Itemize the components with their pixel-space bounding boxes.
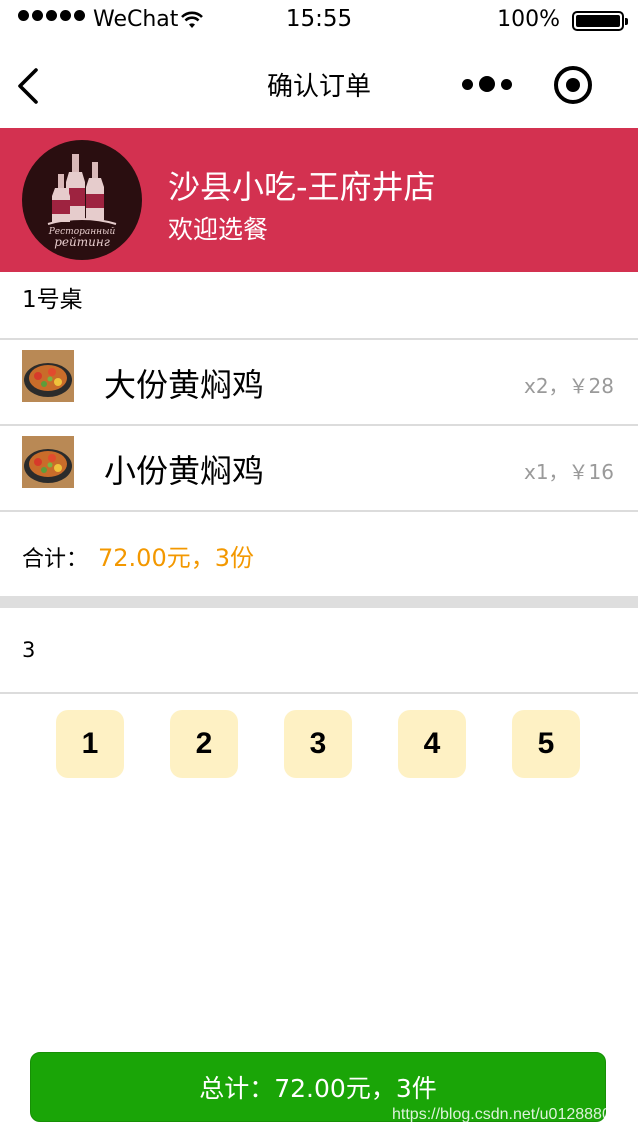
section-separator — [0, 596, 638, 608]
subtotal-row: 合计： 72.00元，3份 — [22, 538, 254, 573]
shop-logo: Ресторанный рейтинг — [22, 140, 142, 260]
number-button-3[interactable]: 3 — [284, 710, 352, 778]
shop-header: Ресторанный рейтинг 沙县小吃-王府井店 欢迎选餐 — [0, 128, 638, 272]
order-item: 大份黄焖鸡 x2，￥28 — [0, 340, 638, 424]
food-dish-image — [22, 350, 74, 402]
more-dots-icon[interactable] — [462, 74, 512, 94]
item-quantity-price: x2，￥28 — [523, 374, 614, 398]
divider — [0, 510, 638, 512]
status-bar: WeChat 15:55 100% — [0, 0, 638, 40]
order-item: 小份黄焖鸡 x1，￥16 — [0, 426, 638, 510]
table-number: 1号桌 — [22, 287, 83, 313]
item-name: 大份黄焖鸡 — [104, 366, 265, 404]
number-button-5[interactable]: 5 — [512, 710, 580, 778]
page-title: 确认订单 — [266, 72, 371, 102]
shop-subtitle: 欢迎选餐 — [168, 215, 269, 244]
number-button-1[interactable]: 1 — [56, 710, 124, 778]
subtotal-label: 合计： — [22, 547, 89, 572]
food-dish-image — [22, 436, 74, 488]
shop-name: 沙县小吃-王府井店 — [168, 168, 436, 206]
item-name: 小份黄焖鸡 — [104, 452, 265, 490]
number-selector: 1 2 3 4 5 — [0, 710, 638, 778]
selected-quantity: 3 — [22, 638, 36, 662]
subtotal-amount: 72.00元，3份 — [98, 544, 254, 572]
divider — [0, 692, 638, 694]
wine-bottles-logo: Ресторанный рейтинг — [47, 154, 117, 249]
nav-bar: 确认订单 — [0, 40, 638, 128]
logo-text-line2: рейтинг — [54, 235, 110, 249]
watermark: https://blog.csdn.net/u012888052 — [392, 1106, 629, 1123]
battery-icon — [572, 11, 628, 31]
item-quantity-price: x1，￥16 — [523, 460, 614, 484]
battery-percent: 100% — [497, 7, 560, 32]
number-button-4[interactable]: 4 — [398, 710, 466, 778]
target-circle-icon[interactable] — [554, 66, 592, 104]
number-button-2[interactable]: 2 — [170, 710, 238, 778]
